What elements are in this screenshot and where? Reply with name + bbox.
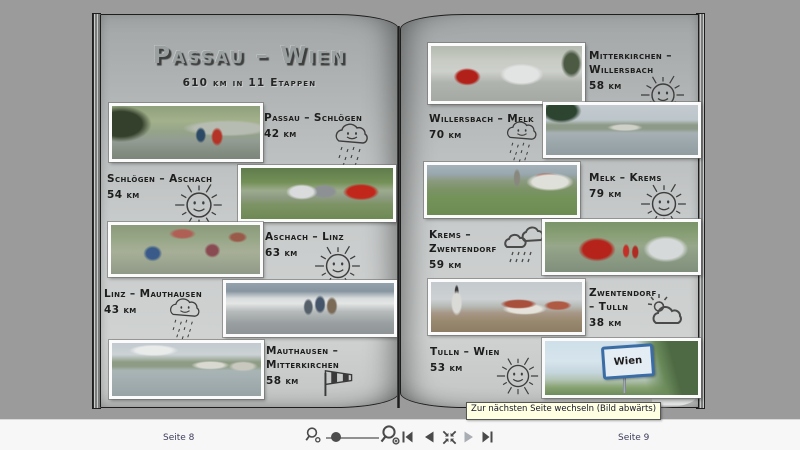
page-subtitle: 610 km in 11 Etappen <box>101 77 398 89</box>
rain-cloud-icon <box>501 119 543 163</box>
first-page-button[interactable] <box>402 431 413 443</box>
stage-photo <box>543 102 701 158</box>
right-page-label: Seite 9 <box>618 433 649 443</box>
stage-photo <box>428 279 585 335</box>
stage-photo <box>238 165 396 222</box>
wien-road-sign: Wien <box>601 344 655 381</box>
stage-photo <box>109 340 264 399</box>
stage-photo <box>108 222 263 277</box>
windsock-icon <box>319 366 359 397</box>
rain-cloud-icon <box>164 296 206 340</box>
last-page-button[interactable] <box>482 431 493 443</box>
stage-photo <box>424 162 580 218</box>
stage-photo: Wien <box>542 338 701 398</box>
stage-route: Mauthausen – <box>266 344 381 358</box>
wien-sign-text: Wien <box>613 355 642 368</box>
fit-to-window-button[interactable] <box>441 429 458 446</box>
sun-behind-cloud-icon <box>643 291 689 331</box>
next-page-button[interactable] <box>464 431 474 443</box>
rain-cloud-icon <box>329 121 375 169</box>
zoom-out-button[interactable] <box>304 426 322 444</box>
photobook-viewer: Passau – Wien 610 km in 11 Etappen Passa… <box>0 0 800 450</box>
page-title: Passau – Wien <box>101 41 398 69</box>
zoom-slider-handle[interactable] <box>331 432 341 442</box>
stage-photo <box>109 103 263 162</box>
left-page-label: Seite 8 <box>163 433 194 443</box>
left-page[interactable]: Passau – Wien 610 km in 11 Etappen Passa… <box>100 14 399 408</box>
tooltip: Zur nächsten Seite wechseln (Bild abwärt… <box>466 402 661 420</box>
stage-photo <box>542 219 701 275</box>
stage-photo <box>223 280 397 337</box>
sun-icon <box>495 353 541 399</box>
photo-book: Passau – Wien 610 km in 11 Etappen Passa… <box>92 12 705 410</box>
rain-clouds-icon <box>499 223 545 267</box>
stage-route: Mitterkirchen – <box>589 49 695 63</box>
previous-page-button[interactable] <box>424 431 434 443</box>
book-spine <box>397 26 400 408</box>
right-page[interactable]: Mitterkirchen – Willersbach 58 km Willer… <box>400 14 699 408</box>
stage-photo <box>428 43 585 104</box>
zoom-in-button[interactable] <box>379 424 401 446</box>
